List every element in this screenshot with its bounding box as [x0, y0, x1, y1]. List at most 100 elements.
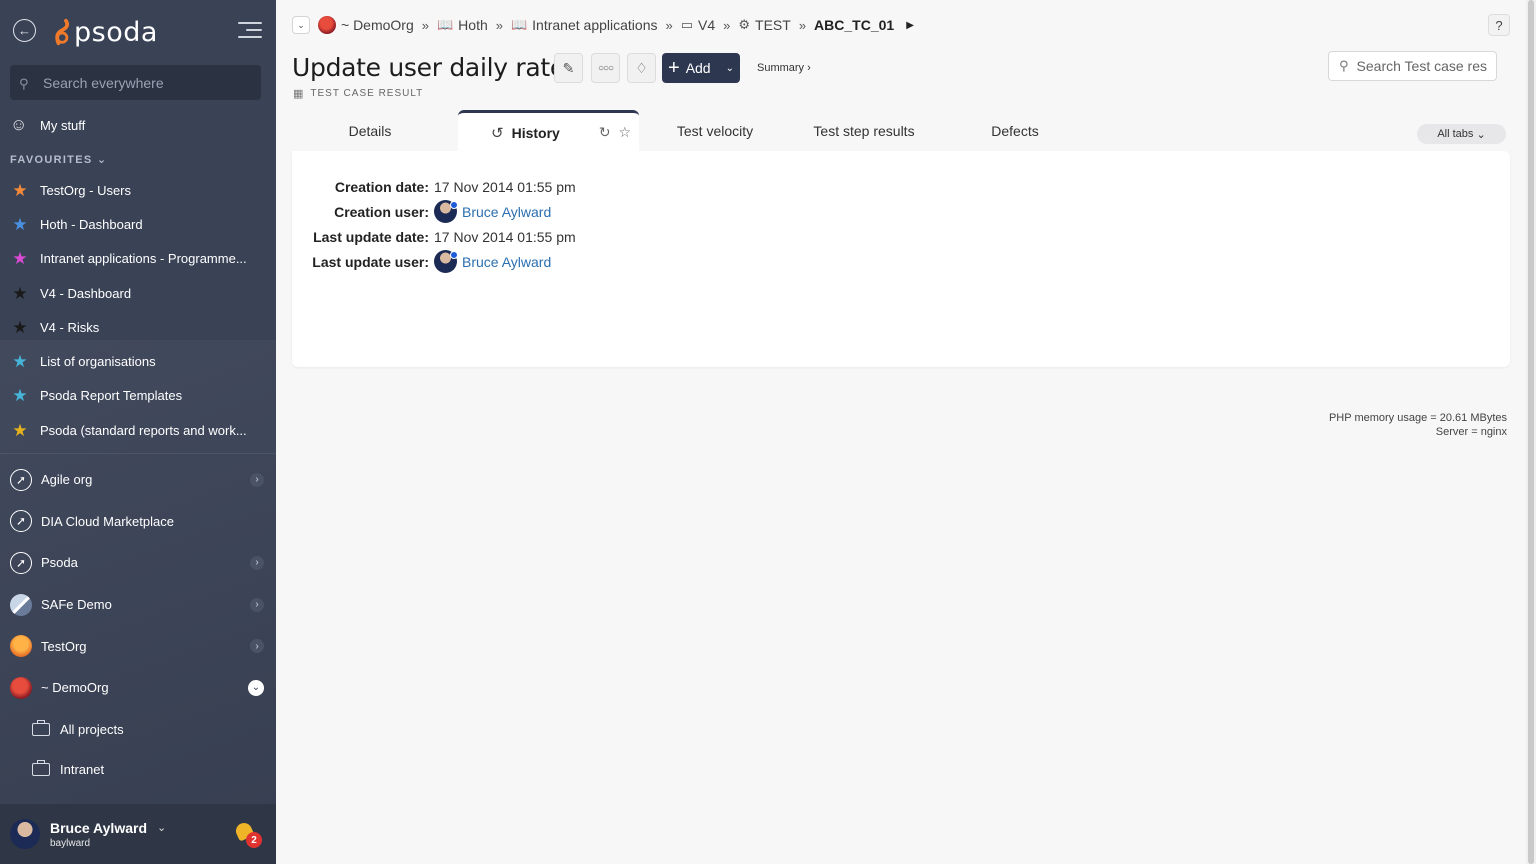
favourite-item[interactable]: ★ V4 - Dashboard: [10, 276, 270, 310]
more-button[interactable]: ○○○: [591, 53, 620, 83]
star-icon: ★: [12, 352, 28, 372]
page-subtitle: ▦ TEST CASE RESULT: [293, 88, 424, 100]
page-scrollbar[interactable]: [1526, 0, 1536, 864]
my-stuff-link[interactable]: ☺ My stuff: [10, 113, 85, 137]
search-input[interactable]: [1356, 58, 1487, 74]
back-icon[interactable]: ←: [13, 19, 36, 42]
star-icon: ★: [12, 317, 28, 337]
chevron-down-icon[interactable]: ⌄: [157, 821, 166, 834]
memory-usage: PHP memory usage = 20.61 MBytes: [1328, 412, 1507, 424]
all-tabs-button[interactable]: All tabs ⌄: [1417, 124, 1506, 144]
favourite-item[interactable]: ★ TestOrg - Users: [10, 173, 270, 207]
org-item-agile-org[interactable]: ➚ Agile org ›: [0, 459, 276, 501]
breadcrumb-item[interactable]: TEST: [755, 17, 791, 33]
tab-defects[interactable]: Defects: [976, 110, 1054, 152]
rocket-icon: ➚: [10, 468, 32, 491]
chevron-down-icon[interactable]: ⌄: [292, 16, 310, 34]
org-item-safe-demo[interactable]: SAFe Demo ›: [0, 584, 276, 626]
tab-test-velocity[interactable]: Test velocity: [670, 110, 760, 152]
scrollbar-thumb[interactable]: [1528, 0, 1534, 864]
last-update-user-link[interactable]: Bruce Aylward: [462, 254, 551, 270]
favourite-item[interactable]: ★ Hoth - Dashboard: [10, 207, 270, 241]
chevron-right-icon[interactable]: ›: [250, 597, 264, 612]
search-icon: ⚲: [1339, 58, 1349, 73]
chevron-down-icon: ⌄: [1476, 128, 1486, 141]
last-update-date-value: 17 Nov 2014 01:55 pm: [434, 229, 576, 245]
history-icon: ↺: [491, 124, 504, 142]
breadcrumb-current: ABC_TC_01: [814, 17, 895, 33]
creation-date-row: Creation date: 17 Nov 2014 01:55 pm: [301, 179, 576, 195]
breadcrumb-separator: »: [723, 17, 731, 33]
sidebar-search: ⚲: [10, 65, 261, 100]
tab-test-step-results[interactable]: Test step results: [812, 110, 916, 152]
breadcrumb-item[interactable]: Intranet applications: [532, 17, 657, 33]
edit-button[interactable]: ✎: [554, 53, 583, 83]
sunset-icon: [10, 635, 32, 658]
favourite-item[interactable]: ★ Psoda (standard reports and work...: [10, 413, 270, 447]
creation-date-value: 17 Nov 2014 01:55 pm: [434, 179, 576, 195]
logo-text: psoda: [74, 16, 158, 48]
server-info: Server = nginx: [1435, 426, 1507, 438]
book-icon: 📖: [510, 17, 528, 32]
favourite-item[interactable]: ★ Psoda Report Templates: [10, 379, 270, 413]
org-sub-list: All projects Intranet: [0, 709, 276, 789]
star-icon: ★: [12, 249, 28, 269]
sidebar-header: ← psoda: [0, 0, 276, 62]
history-panel: Creation date: 17 Nov 2014 01:55 pm Crea…: [292, 151, 1510, 367]
breadcrumb-item[interactable]: V4: [698, 17, 715, 33]
star-outline-icon[interactable]: ☆: [618, 124, 631, 140]
notification-bell-icon[interactable]: 2: [233, 820, 262, 848]
user-name: Bruce Aylward: [50, 819, 147, 836]
page-search: ⚲: [1328, 51, 1497, 81]
org-item-demoorg[interactable]: ~ DemoOrg ⌄: [0, 667, 276, 709]
sub-item-intranet[interactable]: Intranet: [0, 749, 276, 789]
pencil-icon: ✎: [562, 59, 575, 76]
chevron-down-icon[interactable]: ⌄: [248, 679, 264, 696]
sidebar-search-input[interactable]: [43, 74, 243, 91]
star-icon: ★: [12, 386, 28, 406]
summary-link[interactable]: Summary ›: [757, 62, 811, 74]
caret-right-icon[interactable]: ▶: [906, 20, 914, 31]
tab-bar: Details ↺ History ↻ ☆ Test velocity Test…: [292, 110, 1510, 152]
tab-actions: ↻ ☆: [599, 124, 631, 141]
favourites-heading[interactable]: FAVOURITES ⌄: [10, 153, 107, 166]
psoda-logo-mark: [55, 18, 70, 46]
help-button[interactable]: ?: [1488, 14, 1510, 36]
breadcrumb-item[interactable]: Hoth: [458, 17, 488, 33]
my-stuff-label: My stuff: [40, 117, 86, 133]
breadcrumb-item[interactable]: ~ DemoOrg: [341, 17, 414, 33]
chevron-right-icon[interactable]: ›: [250, 639, 264, 654]
collapse-sidebar-icon[interactable]: [238, 22, 262, 40]
breadcrumb-separator: »: [495, 17, 503, 33]
tab-history[interactable]: ↺ History ↻ ☆: [458, 110, 639, 152]
favourite-item[interactable]: ★ List of organisations: [10, 344, 270, 378]
org-item-testorg[interactable]: TestOrg ›: [0, 625, 276, 667]
last-update-user-label: Last update user:: [312, 253, 429, 270]
test-case-icon: ▦: [293, 88, 305, 100]
chevron-right-icon[interactable]: ›: [250, 555, 264, 570]
creation-user-link[interactable]: Bruce Aylward: [462, 204, 551, 220]
user-panel[interactable]: Bruce Aylward baylward ⌄ 2: [0, 804, 276, 864]
sub-item-all-projects[interactable]: All projects: [0, 709, 276, 749]
psoda-logo[interactable]: psoda: [52, 16, 158, 48]
org-item-psoda[interactable]: ➚ Psoda ›: [0, 542, 276, 584]
chevron-right-icon[interactable]: ›: [250, 472, 264, 487]
org-item-dia-cloud[interactable]: ➚ DIA Cloud Marketplace: [0, 501, 276, 543]
favourite-item[interactable]: ★ V4 - Risks: [10, 310, 270, 344]
refresh-icon[interactable]: ↻: [599, 124, 611, 140]
folder-icon: ▭: [680, 17, 694, 32]
add-label: Add: [685, 60, 711, 76]
star-icon: ★: [12, 420, 28, 440]
tab-details[interactable]: Details: [317, 110, 423, 152]
tag-button[interactable]: ♢: [627, 53, 656, 83]
org-list: ➚ Agile org › ➚ DIA Cloud Marketplace ➚ …: [0, 459, 276, 709]
book-icon: 📖: [436, 17, 454, 32]
user-login: baylward: [50, 837, 91, 849]
favourite-item[interactable]: ★ Intranet applications - Programme...: [10, 242, 270, 276]
avatar: [10, 819, 40, 849]
creation-user-label: Creation user:: [334, 203, 429, 220]
star-icon: ★: [12, 283, 28, 303]
notification-count: 2: [246, 832, 262, 848]
add-button[interactable]: + Add ⌄: [662, 53, 740, 83]
user-icon: ☺: [10, 115, 28, 134]
